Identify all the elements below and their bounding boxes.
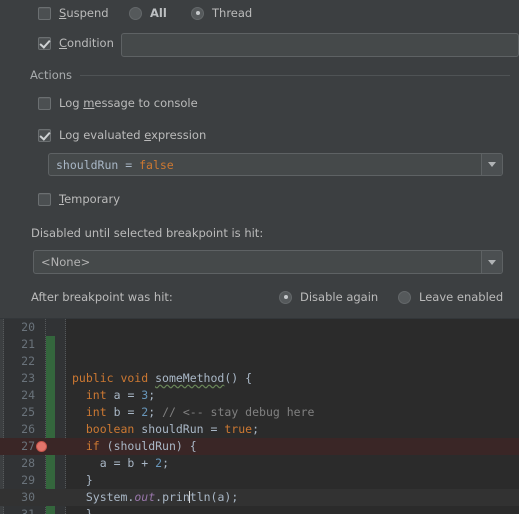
disabled-until-value: <None> (41, 255, 91, 269)
log-expression-rhs: false (139, 157, 174, 172)
after-hit-disable-again-row[interactable]: Disable again (279, 290, 378, 304)
condition-checkbox[interactable] (38, 36, 51, 50)
log-expression-lhs: shouldRun = (56, 157, 140, 172)
breakpoint-settings-window: Suspend All Thread Condition Actions Log… (0, 0, 519, 514)
suspend-checkbox-row[interactable]: Suspend (38, 6, 109, 20)
after-hit-leave-enabled-label: Leave enabled (419, 290, 504, 304)
code-line: System.out.println(a); (85, 490, 239, 504)
suspend-policy-all-radio[interactable] (129, 6, 142, 20)
log-message-label: Log message to console (59, 96, 198, 110)
log-expression-value: shouldRun = false (49, 154, 481, 175)
editor-code-area[interactable]: public void someMethod() { int a = 3; in… (66, 319, 519, 514)
code-line: int a = 3; (85, 388, 156, 402)
editor-fold-gutter[interactable] (55, 319, 66, 514)
log-expression-label: Log evaluated expression (59, 128, 207, 142)
code-line: public void someMethod() { (72, 371, 253, 385)
log-expression-combo[interactable]: shouldRun = false (48, 153, 503, 176)
line-number: 28 (21, 456, 35, 470)
vcs-added-lines-marker (46, 336, 55, 514)
condition-checkbox-row[interactable]: Condition (38, 36, 114, 50)
code-line: } (72, 507, 93, 514)
suspend-policy-thread-radio[interactable] (191, 6, 204, 20)
log-expression-dropdown-button[interactable] (481, 154, 502, 175)
after-hit-disable-again-radio[interactable] (279, 290, 292, 304)
line-number: 27 (21, 439, 35, 453)
disabled-until-dropdown-button[interactable] (481, 251, 502, 273)
log-expression-checkbox-row[interactable]: Log evaluated expression (38, 128, 206, 142)
log-expression-checkbox[interactable] (38, 128, 51, 142)
suspend-checkbox[interactable] (38, 6, 51, 20)
line-number: 25 (21, 405, 35, 419)
line-number: 23 (21, 371, 35, 385)
after-hit-disable-again-label: Disable again (300, 290, 379, 304)
after-hit-label: After breakpoint was hit: (31, 290, 173, 304)
breakpoint-settings-panel: Suspend All Thread Condition Actions Log… (0, 0, 519, 318)
log-message-checkbox-row[interactable]: Log message to console (38, 96, 198, 110)
disabled-until-label: Disabled until selected breakpoint is hi… (31, 226, 264, 240)
chevron-down-icon (488, 259, 496, 265)
suspend-policy-all-row[interactable]: All (129, 6, 167, 20)
disabled-until-combo[interactable]: <None> (33, 250, 503, 274)
code-line: int b = 2; // <-- stay debug here (85, 405, 315, 419)
actions-section-title: Actions (30, 68, 73, 82)
actions-section-header: Actions (30, 68, 510, 82)
line-number: 24 (21, 388, 35, 402)
temporary-checkbox[interactable] (38, 192, 51, 206)
line-number: 21 (21, 337, 35, 351)
breakpoint-icon[interactable] (36, 441, 47, 452)
after-hit-leave-enabled-radio[interactable] (398, 290, 411, 304)
temporary-checkbox-row[interactable]: Temporary (38, 192, 120, 206)
line-number: 30 (21, 490, 35, 504)
code-line: boolean shouldRun = true; (85, 422, 259, 436)
line-number: 22 (21, 354, 35, 368)
code-line: a = b + 2; (99, 456, 170, 470)
suspend-policy-thread-label: Thread (212, 6, 253, 20)
after-hit-leave-enabled-row[interactable]: Leave enabled (398, 290, 503, 304)
code-line: if (shouldRun) { (85, 439, 197, 453)
line-number: 20 (21, 320, 35, 334)
line-number: 31 (21, 507, 35, 514)
condition-input[interactable] (121, 33, 519, 57)
line-number: 29 (21, 473, 35, 487)
condition-label: Condition (59, 36, 114, 50)
editor-breakpoint-gutter[interactable] (35, 319, 46, 514)
code-line: } (72, 473, 93, 487)
log-message-checkbox[interactable] (38, 96, 51, 110)
suspend-policy-thread-row[interactable]: Thread (191, 6, 252, 20)
code-editor[interactable]: 20 21 22 23 24 25 26 27 28 29 30 31 32 p… (0, 318, 519, 514)
chevron-down-icon (488, 162, 496, 167)
line-number: 26 (21, 422, 35, 436)
suspend-policy-all-label: All (150, 6, 167, 20)
editor-vcs-gutter (46, 319, 55, 514)
temporary-label: Temporary (59, 192, 121, 206)
suspend-label: Suspend (59, 6, 109, 20)
actions-section-divider (80, 74, 510, 76)
